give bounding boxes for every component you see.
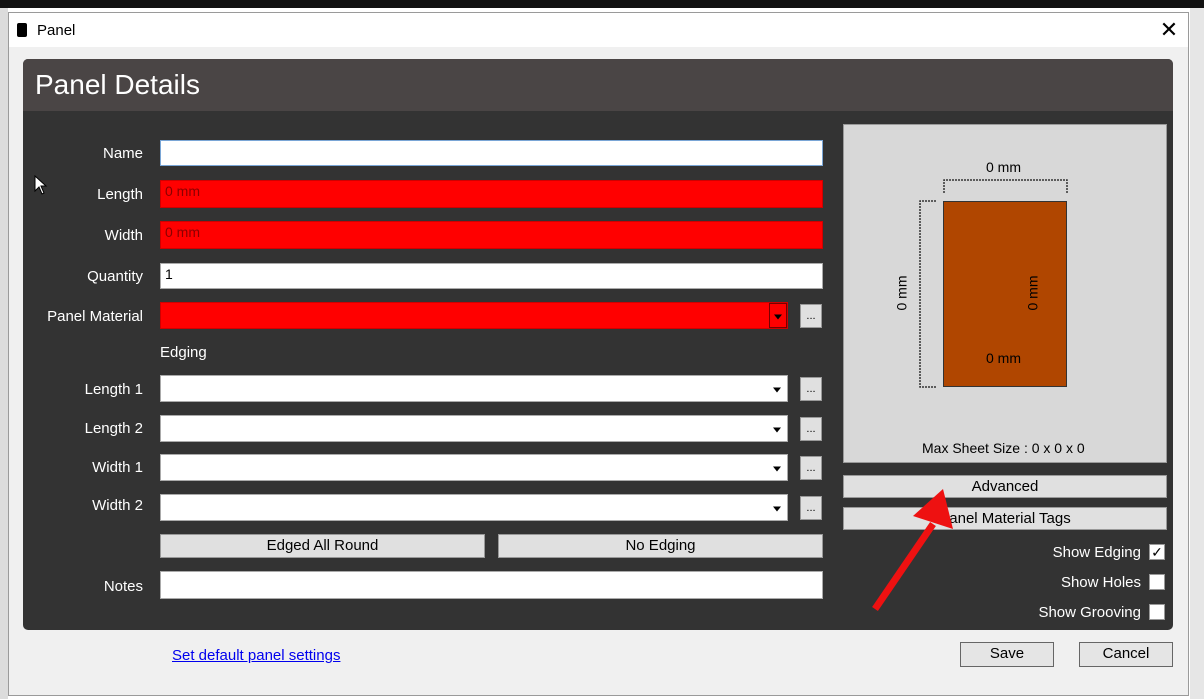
edging-width1-browse-button[interactable]: ... <box>800 456 822 480</box>
mouse-cursor-icon <box>34 175 48 195</box>
quantity-field[interactable]: 1 <box>160 263 823 289</box>
length-label: Length <box>97 186 143 203</box>
edging-heading: Edging <box>160 344 207 361</box>
chevron-down-icon <box>773 506 781 511</box>
bottom-dimension-label: 0 mm <box>986 350 1021 366</box>
notes-label: Notes <box>103 578 143 595</box>
left-dimension-label: 0 mm <box>893 275 910 311</box>
top-dimension-label: 0 mm <box>986 159 1021 175</box>
material-label: Panel Material <box>47 308 143 325</box>
chevron-down-icon <box>773 427 781 432</box>
edging-width2-browse-button[interactable]: ... <box>800 496 822 520</box>
show-holes-checkbox[interactable] <box>1149 574 1165 590</box>
chevron-down-icon <box>773 387 781 392</box>
width-field[interactable]: 0 mm <box>160 221 823 249</box>
page-title: Panel Details <box>35 69 200 100</box>
dropdown-button[interactable] <box>769 303 787 328</box>
edging-length2-browse-button[interactable]: ... <box>800 417 822 441</box>
right-dimension-label: 0 mm <box>1024 275 1041 311</box>
title-bar: Panel ✕ <box>9 13 1188 47</box>
edging-length1-label: Length 1 <box>84 381 143 398</box>
edging-width1-label: Width 1 <box>92 459 143 476</box>
window-title: Panel <box>37 22 76 39</box>
annotation-arrow <box>872 489 953 611</box>
edging-width2-label: Width 2 <box>92 497 143 514</box>
background-strip <box>0 0 1204 8</box>
close-icon[interactable]: ✕ <box>1154 15 1184 45</box>
save-button[interactable]: Save <box>960 642 1054 667</box>
set-default-panel-settings-link[interactable]: Set default panel settings <box>172 647 340 664</box>
edging-width2-select[interactable] <box>160 494 788 521</box>
edging-length2-label: Length 2 <box>84 420 143 437</box>
width-label: Width <box>104 227 143 244</box>
show-edging-label: Show Edging <box>1052 544 1141 561</box>
background-strip-right <box>1190 8 1204 699</box>
app-icon <box>17 23 27 37</box>
chevron-down-icon <box>774 314 782 319</box>
panel-header: Panel Details <box>23 59 1173 111</box>
chevron-down-icon <box>773 466 781 471</box>
edging-length1-browse-button[interactable]: ... <box>800 377 822 401</box>
material-browse-button[interactable]: ... <box>800 304 822 328</box>
length-field[interactable]: 0 mm <box>160 180 823 208</box>
details-panel: Panel Details Name Length 0 mm Width 0 m… <box>23 59 1173 630</box>
edging-length2-select[interactable] <box>160 415 788 442</box>
max-sheet-size: Max Sheet Size : 0 x 0 x 0 <box>922 440 1085 456</box>
name-label: Name <box>102 145 143 162</box>
quantity-label: Quantity <box>87 268 143 285</box>
notes-field[interactable] <box>160 571 823 599</box>
show-grooving-label: Show Grooving <box>1038 604 1141 621</box>
material-select[interactable] <box>160 302 788 329</box>
edging-width1-select[interactable] <box>160 454 788 481</box>
edging-length1-select[interactable] <box>160 375 788 402</box>
cancel-button[interactable]: Cancel <box>1079 642 1173 667</box>
panel-dialog: Panel ✕ Panel Details Name Length 0 mm W… <box>8 12 1189 696</box>
show-holes-label: Show Holes <box>1060 574 1141 591</box>
panel-preview: 0 mm 0 mm 0 mm 0 mm Max Sheet Size : 0 x… <box>843 124 1167 463</box>
edged-all-round-button[interactable]: Edged All Round <box>160 534 485 558</box>
show-grooving-checkbox[interactable] <box>1149 604 1165 620</box>
no-edging-button[interactable]: No Edging <box>498 534 823 558</box>
background-strip-left <box>0 8 8 699</box>
show-edging-checkbox[interactable]: ✓ <box>1149 544 1165 560</box>
name-field[interactable] <box>160 140 823 166</box>
